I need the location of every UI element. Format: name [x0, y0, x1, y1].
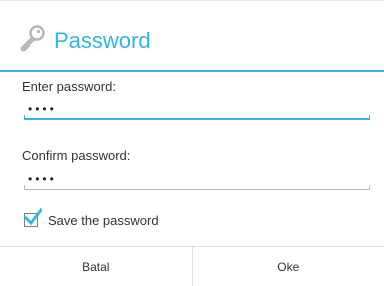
- dialog-title-bar: Password: [0, 8, 384, 68]
- confirm-password-label: Confirm password:: [22, 148, 131, 163]
- enter-password-label: Enter password:: [22, 79, 116, 94]
- dialog-title: Password: [54, 28, 151, 53]
- cancel-button[interactable]: Batal: [0, 247, 192, 286]
- ok-button[interactable]: Oke: [191, 247, 384, 286]
- key-icon: [20, 25, 45, 52]
- title-divider: [0, 70, 384, 72]
- save-password-checkbox[interactable]: [24, 208, 42, 227]
- dialog-button-bar: Batal Oke: [0, 246, 384, 286]
- password-dialog: Password Enter password: •••• Confirm pa…: [0, 0, 384, 286]
- save-password-option[interactable]: Save the password: [24, 208, 159, 230]
- checkmark-icon: [24, 208, 42, 226]
- save-password-label: Save the password: [48, 212, 159, 228]
- confirm-password-field[interactable]: ••••: [24, 168, 370, 190]
- enter-password-field[interactable]: ••••: [24, 98, 370, 120]
